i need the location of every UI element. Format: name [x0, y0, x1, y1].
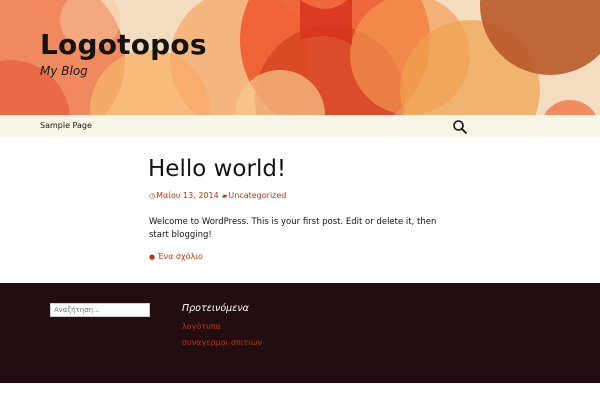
site-title[interactable]: Logotopos [40, 28, 207, 61]
widget-link-synagermoi[interactable]: συναγερμοι σπιτιων [182, 338, 262, 347]
post-date-label: Μαίου 13, 2014 [156, 191, 219, 200]
folder-icon: ▰ [222, 192, 228, 200]
comments-link[interactable]: ● Ένα σχόλιο [149, 252, 203, 261]
post-category[interactable]: ▰Uncategorized [222, 191, 286, 200]
search-icon[interactable] [452, 119, 468, 135]
comment-icon: ● [149, 253, 156, 261]
site-header: Logotopos My Blog [0, 0, 600, 115]
post-date[interactable]: ◷Μαίου 13, 2014 [149, 191, 219, 200]
main-navigation: Sample Page [0, 115, 600, 137]
clock-icon: ◷ [149, 192, 156, 200]
site-description: My Blog [40, 64, 88, 78]
post-title[interactable]: Hello world! [148, 156, 286, 182]
comments-link-label: Ένα σχόλιο [157, 252, 203, 261]
footer-search-input[interactable] [50, 303, 150, 317]
post-category-label: Uncategorized [228, 191, 287, 200]
site-footer [0, 283, 600, 383]
nav-item-sample-page[interactable]: Sample Page [40, 121, 92, 130]
post-content: Welcome to WordPress. This is your first… [149, 217, 437, 240]
widget-link-logotypa[interactable]: λογότυπα [182, 322, 221, 331]
widget-title: Προτεινόμενα [182, 303, 249, 314]
